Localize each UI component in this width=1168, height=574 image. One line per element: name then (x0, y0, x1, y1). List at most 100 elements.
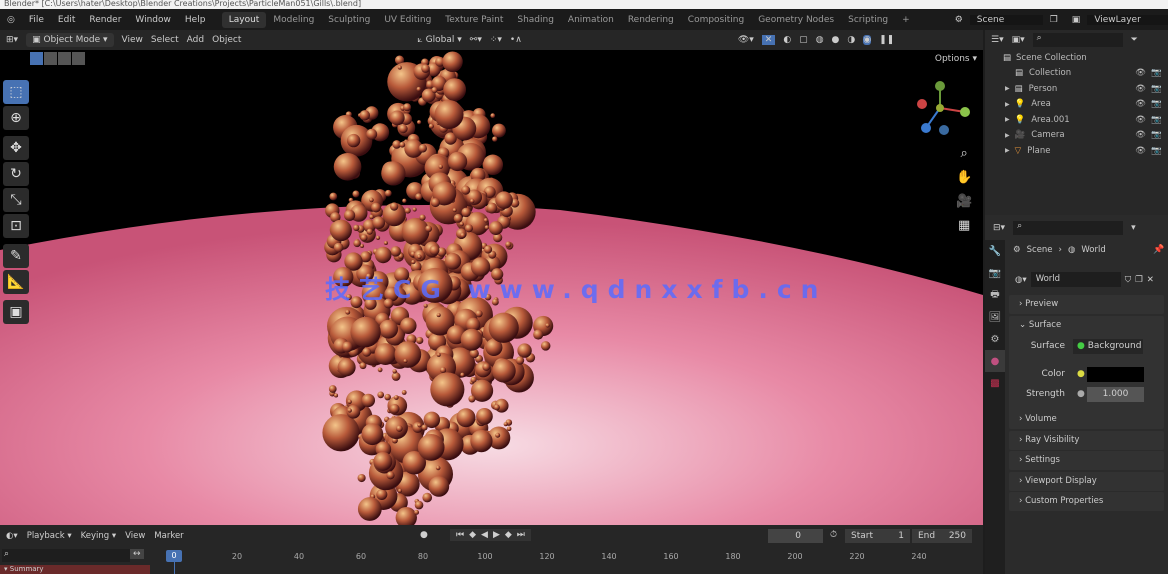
menu-select[interactable]: Select (151, 35, 179, 45)
render-camera-icon[interactable]: 📷 (1151, 68, 1162, 78)
menu-add[interactable]: Add (187, 35, 204, 45)
transform-tool-icon[interactable]: ⊡ (3, 214, 29, 238)
gizmo-toggle-icon[interactable]: ✕ (761, 35, 776, 45)
swap-icon[interactable]: ↔ (130, 549, 144, 559)
play-reverse-icon[interactable]: ◀ (481, 530, 488, 540)
panel-viewport-display[interactable]: › Viewport Display (1009, 472, 1164, 491)
pause-render-icon[interactable]: ❚❚ (879, 35, 894, 45)
properties-search[interactable]: ⌕ (1013, 220, 1124, 235)
eye-icon[interactable]: 👁 (1135, 130, 1146, 140)
select-subtract-icon[interactable] (58, 52, 71, 65)
unlink-icon[interactable]: ✕ (1147, 275, 1154, 285)
menu-edit[interactable]: Edit (51, 15, 82, 25)
editor-type-icon[interactable]: ◐▾ (6, 531, 18, 541)
marker-menu[interactable]: Marker (154, 531, 183, 541)
eye-icon[interactable]: 👁 (1135, 99, 1146, 109)
overlay-icon[interactable]: ◐ (783, 35, 791, 45)
shading-material-icon[interactable]: ◑ (847, 35, 855, 45)
pivot-icon[interactable]: ⚯▾ (470, 35, 482, 45)
render-camera-icon[interactable]: 📷 (1151, 130, 1162, 140)
view-layer-icon[interactable]: ▣ (1065, 15, 1088, 25)
end-frame-field[interactable]: End 250 (912, 529, 972, 543)
expand-arrow-icon[interactable]: ▶ (1005, 85, 1010, 92)
tab-uv-editing[interactable]: UV Editing (377, 12, 438, 28)
tab-layout[interactable]: Layout (221, 11, 267, 28)
scene-icon[interactable]: ⚙ (948, 15, 970, 25)
prev-keyframe-icon[interactable]: ◆ (469, 530, 476, 540)
chevron-down-icon[interactable]: ▾ (1131, 223, 1136, 233)
panel-volume[interactable]: › Volume (1009, 410, 1164, 429)
menu-view[interactable]: View (122, 35, 143, 45)
expand-arrow-icon[interactable]: ▶ (1005, 132, 1010, 139)
mode-selector[interactable]: ▣ Object Mode ▾ (26, 33, 114, 47)
color-swatch[interactable] (1087, 367, 1144, 382)
expand-arrow-icon[interactable]: ▶ (1005, 116, 1010, 123)
keying-menu[interactable]: Keying ▾ (81, 531, 117, 541)
outliner-search[interactable]: ⌕ (1032, 33, 1123, 47)
shading-wireframe-icon[interactable]: ◍ (816, 35, 824, 45)
current-frame-field[interactable]: 0 (768, 529, 823, 543)
filter-icon[interactable]: ⏷ (1131, 35, 1138, 45)
outliner-item[interactable]: ▶ ▽ Plane 👁 📷 (985, 143, 1168, 159)
view-layer-selector[interactable]: ViewLayer (1087, 14, 1168, 25)
start-frame-field[interactable]: Start 1 (845, 529, 910, 543)
tab-shading[interactable]: Shading (510, 12, 561, 28)
panel-ray-visibility[interactable]: › Ray Visibility (1009, 431, 1164, 450)
measure-tool-icon[interactable]: 📐 (3, 270, 29, 294)
play-icon[interactable]: ▶ (493, 530, 500, 540)
select-box-tool-icon[interactable]: ⬚ (3, 80, 29, 104)
outliner-item[interactable]: ▶ ▤ Person 👁 📷 (985, 81, 1168, 97)
editor-type-icon[interactable]: ⊟▾ (993, 223, 1005, 233)
strength-field[interactable]: 1.000 (1087, 387, 1144, 402)
playback-menu[interactable]: Playback ▾ (27, 531, 72, 541)
output-tab-icon[interactable]: 🖶 (985, 284, 1005, 306)
move-tool-icon[interactable]: ✥ (3, 136, 29, 160)
tab-compositing[interactable]: Compositing (681, 12, 751, 28)
eye-icon[interactable]: 👁 (1135, 115, 1146, 125)
annotate-tool-icon[interactable]: ✎ (3, 244, 29, 268)
blender-logo-icon[interactable]: ◎ (0, 15, 22, 25)
grid-toggle-icon[interactable]: ▦ (956, 214, 972, 238)
display-mode-icon[interactable]: ☰▾ (991, 35, 1004, 45)
texture-tab-icon[interactable]: ▩ (985, 372, 1005, 394)
panel-settings[interactable]: › Settings (1009, 451, 1164, 470)
visibility-icon[interactable]: 👁▾ (738, 35, 754, 45)
pan-hand-icon[interactable]: ✋ (956, 166, 972, 190)
filter-view-icon[interactable]: ▣▾ (1012, 35, 1025, 45)
outliner-item[interactable]: ▤ Collection 👁 📷 (985, 66, 1168, 82)
tab-texture-paint[interactable]: Texture Paint (438, 12, 510, 28)
editor-type-icon[interactable]: ⊞▾ (6, 35, 18, 45)
menu-file[interactable]: File (22, 15, 51, 25)
expand-arrow-icon[interactable]: ▶ (1005, 101, 1010, 108)
eye-icon[interactable]: 👁 (1135, 84, 1146, 94)
eye-icon[interactable]: 👁 (1135, 146, 1146, 156)
zoom-icon[interactable]: ⌕ (956, 142, 972, 166)
snap-icon[interactable]: ⁘▾ (490, 35, 502, 45)
outliner-item[interactable]: ▶ 💡 Area 👁 📷 (985, 97, 1168, 113)
cursor-tool-icon[interactable]: ⊕ (3, 106, 29, 130)
menu-object[interactable]: Object (212, 35, 241, 45)
render-tab-icon[interactable]: 📷 (985, 262, 1005, 284)
orientation-selector[interactable]: ⟀ Global ▾ (417, 35, 461, 45)
fake-user-icon[interactable]: ⛉ (1125, 275, 1131, 285)
scene-selector[interactable]: Scene (969, 14, 1043, 25)
scale-tool-icon[interactable]: ⤡ (3, 188, 29, 212)
jump-start-icon[interactable]: ⏮ (456, 530, 464, 540)
tab-scripting[interactable]: Scripting (841, 12, 895, 28)
options-dropdown[interactable]: Options ▾ (935, 54, 977, 64)
outliner-item[interactable]: ▶ 🎥 Camera 👁 📷 (985, 128, 1168, 144)
eye-icon[interactable]: 👁 (1135, 68, 1146, 78)
proportional-edit-icon[interactable]: •∧ (510, 35, 522, 45)
duplicate-icon[interactable]: ❐ (1135, 275, 1143, 285)
render-camera-icon[interactable]: 📷 (1151, 146, 1162, 156)
tab-geometry-nodes[interactable]: Geometry Nodes (751, 12, 841, 28)
view-layer-tab-icon[interactable]: 🖼 (985, 306, 1005, 328)
scene-collection-row[interactable]: ▤ Scene Collection (985, 50, 1168, 66)
expand-arrow-icon[interactable]: ▶ (1005, 147, 1010, 154)
panel-custom-properties[interactable]: › Custom Properties (1009, 492, 1164, 511)
add-workspace-button[interactable]: + (895, 12, 917, 28)
jump-end-icon[interactable]: ⏭ (517, 530, 525, 540)
shading-solid-icon[interactable]: ● (832, 35, 840, 45)
select-extend-icon[interactable] (44, 52, 57, 65)
render-camera-icon[interactable]: 📷 (1151, 115, 1162, 125)
